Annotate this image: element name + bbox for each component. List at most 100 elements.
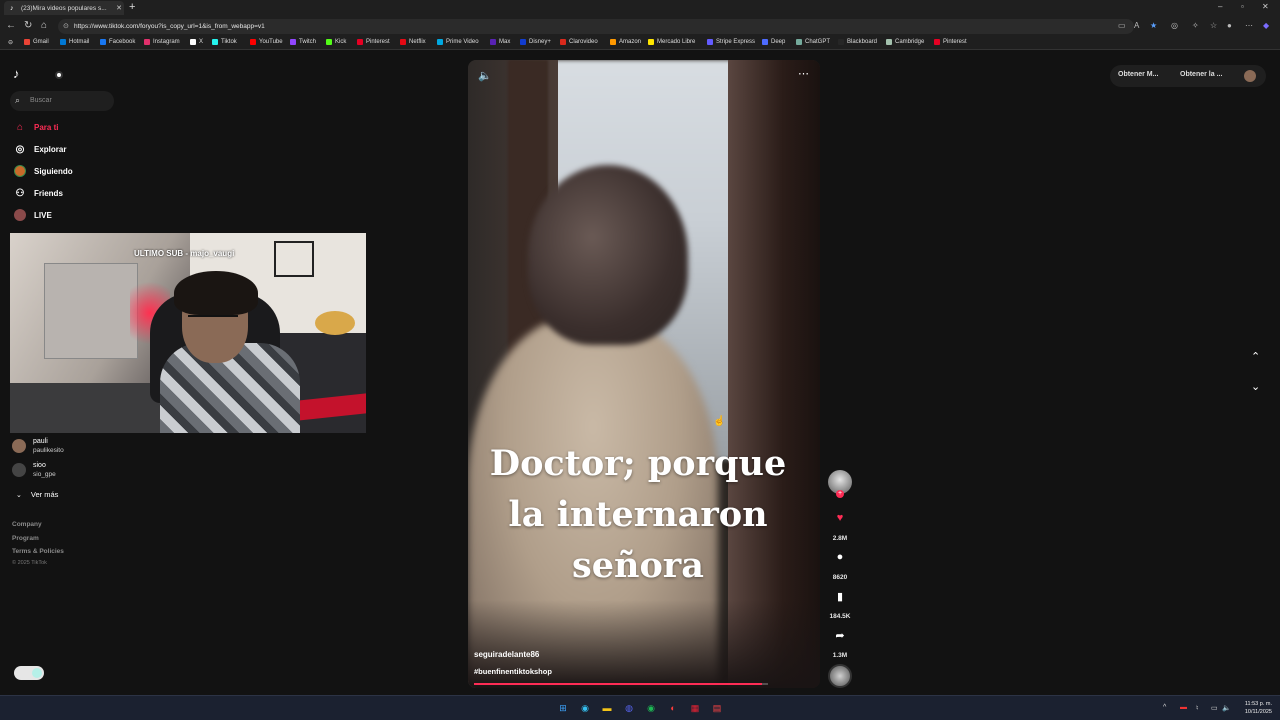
close-window-icon[interactable]: ✕ (1262, 2, 1269, 11)
video-player[interactable]: Doctor; porque la internaron señora 🔈 ⋯ … (468, 60, 820, 688)
like-heart-icon[interactable]: ♥ (828, 512, 852, 524)
bookmark-item[interactable]: Disney+ (520, 39, 551, 45)
bookmark-icon[interactable]: ▮ (828, 590, 852, 603)
extension-icon[interactable]: ◎ (1171, 21, 1178, 30)
bookmark-item[interactable]: Instagram (144, 39, 180, 45)
share-arrow-icon[interactable]: ➦ (828, 629, 852, 642)
bookmark-item[interactable]: Prime Video (437, 39, 479, 45)
tiktok-logo-icon[interactable]: ♪ (13, 66, 20, 81)
bookmark-item[interactable]: YouTube (250, 39, 283, 45)
microphone-icon[interactable]: ♮ (1196, 704, 1199, 712)
minimize-icon[interactable]: – (1218, 2, 1222, 11)
nav-explorar[interactable]: ◎ Explorar (14, 143, 67, 155)
tray-app-icon[interactable]: ▬ (1180, 704, 1187, 711)
get-app-button-2[interactable]: Obtener la ... (1180, 71, 1222, 78)
previous-video-chevron-up-icon[interactable]: ⌃ (1251, 350, 1260, 363)
video-progress-bar[interactable] (474, 683, 768, 685)
tiktok-page: ♪ ⌕ Buscar ⌂ Para ti ◎ Explorar Siguiend… (0, 50, 1280, 695)
bookmark-favicon-icon (762, 39, 768, 45)
new-tab-button[interactable]: + (129, 1, 135, 13)
volume-icon[interactable]: 🔈 (478, 69, 492, 82)
footer-link-program[interactable]: Program (12, 535, 39, 542)
nav-label: LIVE (34, 210, 52, 220)
bookmark-item[interactable]: Blackboard (838, 39, 877, 45)
discord-icon[interactable]: ◍ (622, 701, 636, 715)
url-field[interactable]: ⊙ https://www.tiktok.com/foryou?is_copy_… (58, 19, 1134, 34)
reload-icon[interactable]: ↻ (24, 20, 32, 31)
back-icon[interactable]: ← (6, 20, 16, 31)
system-clock[interactable]: 11:53 p. m. 10/11/2025 (1232, 700, 1272, 716)
nav-friends[interactable]: ⚇ Friends (14, 187, 63, 199)
get-app-button-1[interactable]: Obtener M... (1118, 71, 1158, 78)
footer-link-terms[interactable]: Terms & Policies (12, 548, 64, 555)
friends-icon: ⚇ (15, 187, 25, 199)
bookmark-label: X (199, 39, 204, 45)
bookmarks-apps-icon[interactable]: ⊖ (8, 39, 13, 46)
home-button-icon[interactable]: ⌂ (41, 20, 47, 31)
favorite-star-icon[interactable]: ★ (1150, 21, 1157, 30)
spotify-icon[interactable]: ◉ (644, 701, 658, 715)
nav-para-ti[interactable]: ⌂ Para ti (14, 121, 59, 133)
mouse-cursor-icon: ☝ (713, 416, 726, 427)
status-dot-icon[interactable] (55, 71, 63, 79)
close-tab-icon[interactable]: ✕ (114, 4, 124, 12)
nav-live[interactable]: LIVE (14, 209, 52, 221)
bookmark-item[interactable]: Facebook (100, 39, 135, 45)
see-more-button[interactable]: ⌄ Ver más (16, 490, 58, 499)
browser-tab[interactable]: ♪ (23)Mira videos populares s... ✕ (4, 1, 124, 15)
bookmark-item[interactable]: Cambridge (886, 39, 924, 45)
theme-toggle[interactable] (14, 666, 44, 680)
bookmark-item[interactable]: ChatGPT (796, 39, 830, 45)
bookmark-item[interactable]: Stripe Express (707, 39, 755, 45)
bookmark-item[interactable]: Netflix (400, 39, 426, 45)
app-red-icon[interactable]: ◐ (666, 701, 680, 715)
music-disc-icon[interactable] (828, 664, 852, 688)
profile-avatar[interactable] (1244, 70, 1256, 82)
follow-plus-icon[interactable]: + (836, 490, 844, 498)
save-count: 184.5K (829, 613, 851, 620)
network-icon[interactable]: ▭ (1211, 704, 1218, 712)
profile-icon[interactable]: ● (1227, 21, 1232, 30)
bookmark-item[interactable]: Hotmail (60, 39, 89, 45)
collections-icon[interactable]: ☆ (1210, 21, 1217, 30)
windows-start-icon[interactable]: ⊞ (556, 701, 570, 715)
bookmark-item[interactable]: Pinterest (934, 39, 967, 45)
translate-icon[interactable]: A (1134, 21, 1139, 30)
copilot-icon[interactable]: ◆ (1263, 21, 1269, 30)
edge-icon[interactable]: ◉ (578, 701, 592, 715)
bookmark-label: Stripe Express (716, 39, 756, 45)
footer-link-company[interactable]: Company (12, 521, 42, 528)
bookmark-item[interactable]: Gmail (24, 39, 49, 45)
bookmark-item[interactable]: X (190, 39, 203, 45)
bookmark-item[interactable]: Kick (326, 39, 346, 45)
bookmark-item[interactable]: Mercado Libre (648, 39, 695, 45)
comment-icon[interactable]: ● (828, 551, 852, 563)
menu-icon[interactable]: ⋯ (1245, 21, 1253, 30)
bookmark-item[interactable]: Deep (762, 39, 785, 45)
file-explorer-icon[interactable]: ▬ (600, 701, 614, 715)
reader-icon[interactable]: ▭ (1118, 21, 1126, 30)
puzzle-icon[interactable]: ✧ (1192, 21, 1199, 30)
more-options-icon[interactable]: ⋯ (798, 67, 810, 80)
bookmark-label: Tiktok (221, 39, 237, 45)
webcam-person-hair (174, 271, 258, 315)
bookmark-item[interactable]: Amazon (610, 39, 641, 45)
volume-tray-icon[interactable]: 🔈 (1222, 704, 1231, 712)
app-calendar-icon[interactable]: ▤ (710, 701, 724, 715)
bookmark-item[interactable]: Twitch (290, 39, 316, 45)
tray-chevron-up-icon[interactable]: ^ (1163, 704, 1166, 711)
video-hashtag[interactable]: #buenfinentiktokshop (474, 667, 552, 676)
bookmark-item[interactable]: Max (490, 39, 510, 45)
next-video-chevron-down-icon[interactable]: ⌄ (1251, 380, 1260, 393)
maximize-icon[interactable]: ▫ (1241, 2, 1244, 11)
following-account[interactable]: pauli paulikesito (12, 438, 64, 455)
bookmark-item[interactable]: Tiktok (212, 39, 237, 45)
app-red-square-icon[interactable]: ▦ (688, 701, 702, 715)
following-account[interactable]: sioo sio_gpe (12, 462, 56, 479)
nav-siguiendo[interactable]: Siguiendo (14, 165, 73, 177)
video-author[interactable]: seguiradelante86 (474, 650, 539, 659)
bookmark-label: Mercado Libre (657, 39, 696, 45)
search-input[interactable]: ⌕ Buscar (10, 91, 114, 111)
bookmark-item[interactable]: Clarovideo (560, 39, 598, 45)
bookmark-item[interactable]: Pinterest (357, 39, 390, 45)
